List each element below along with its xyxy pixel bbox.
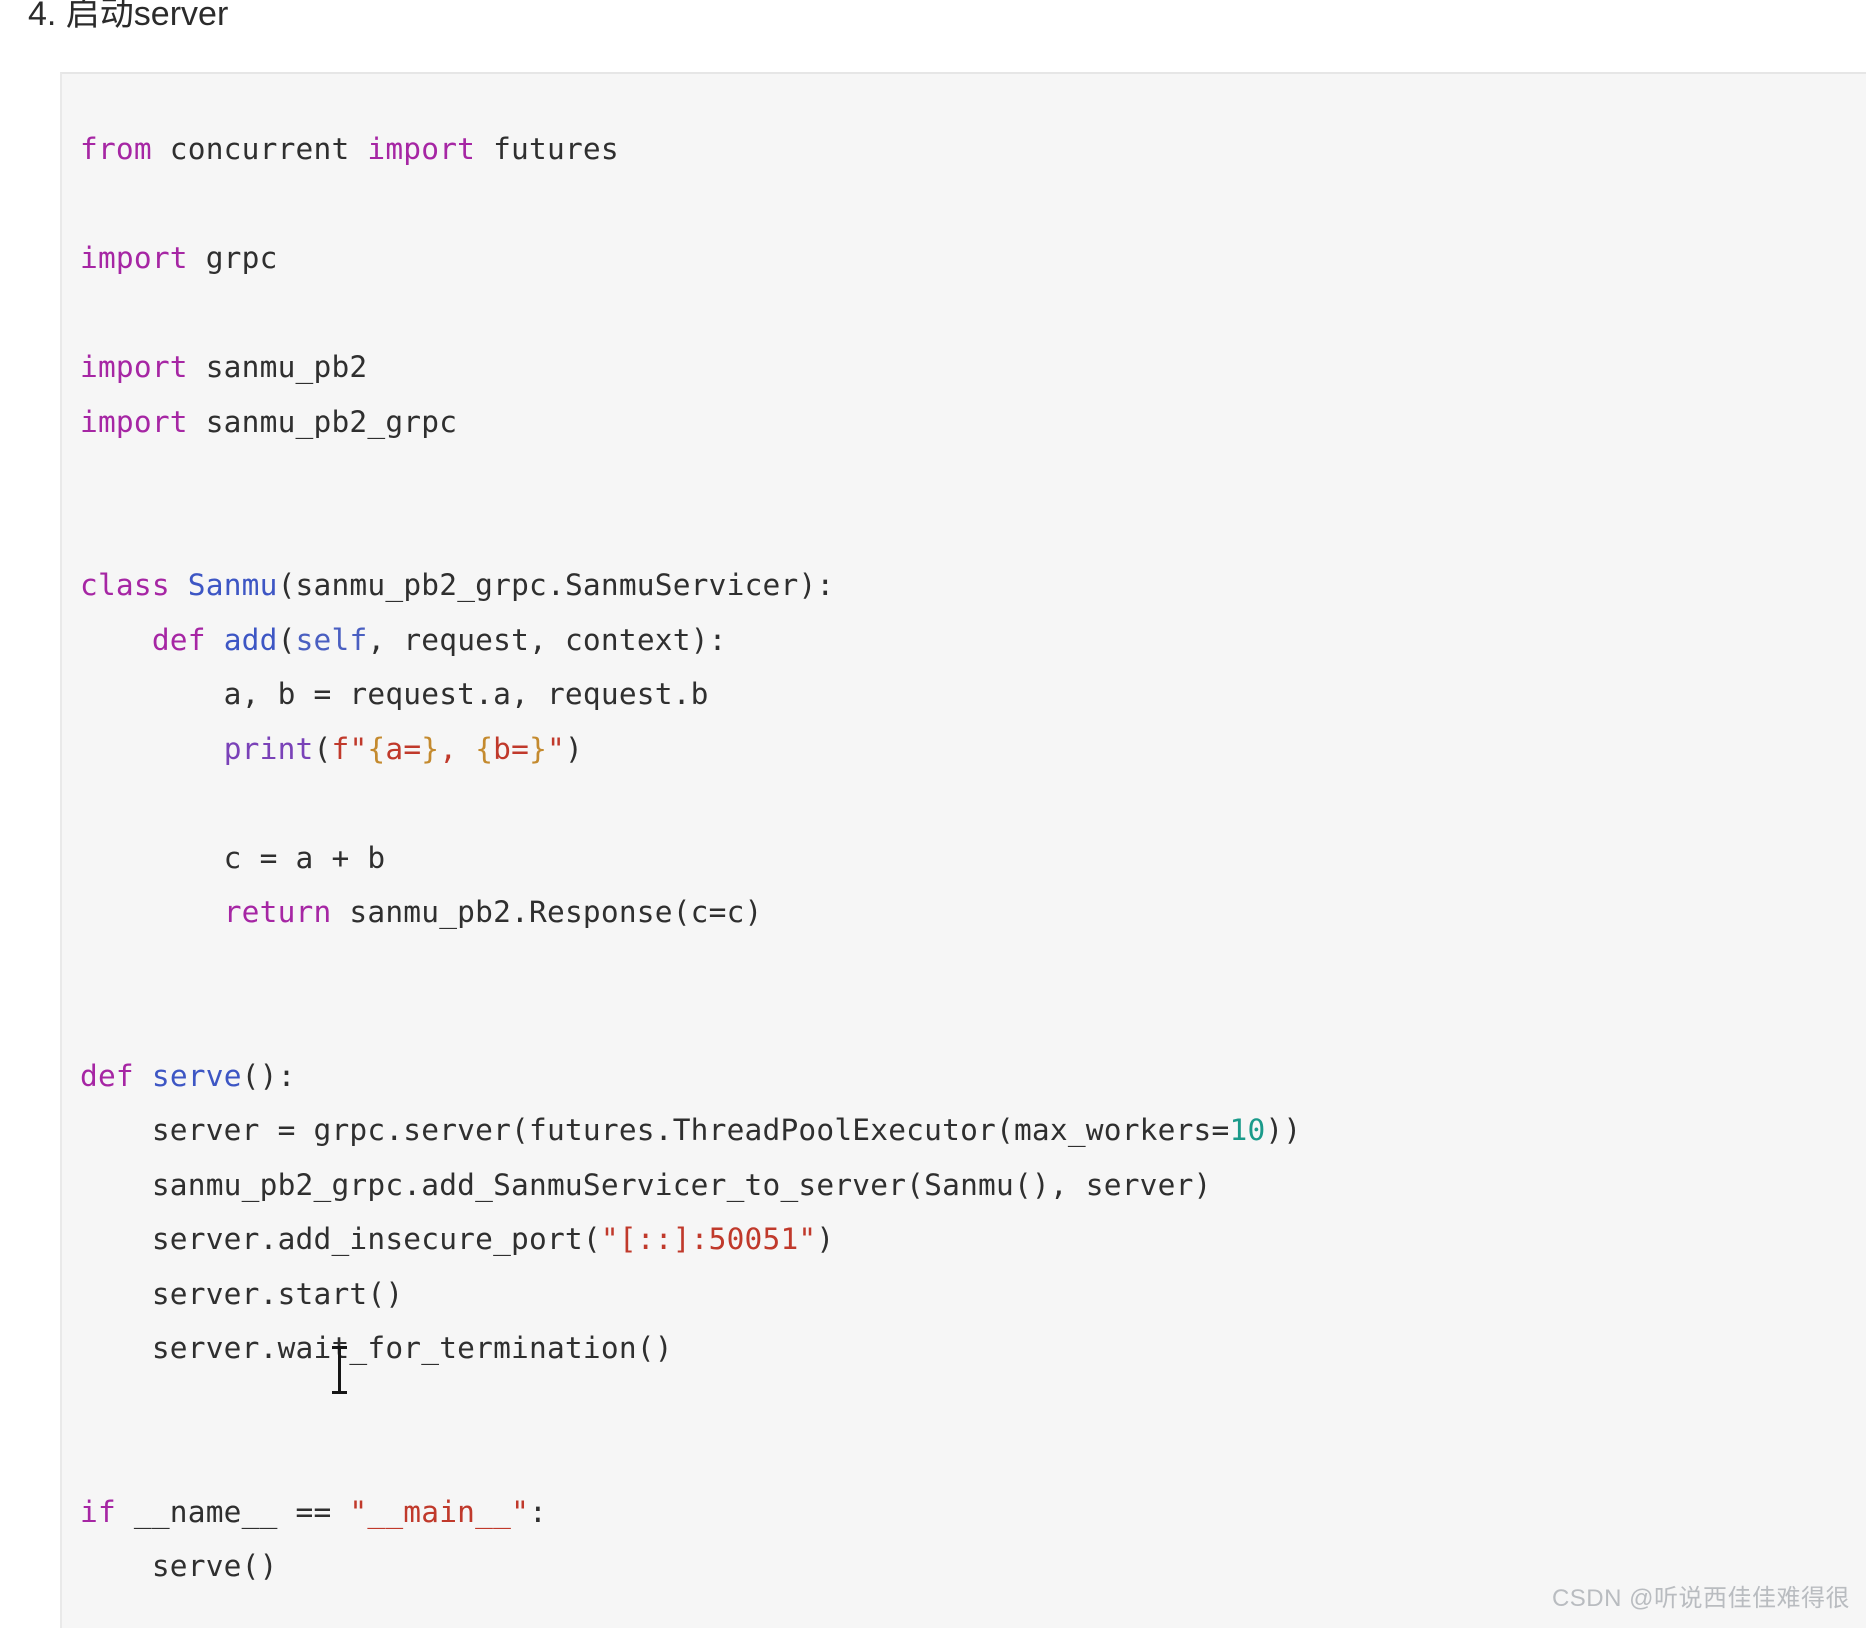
code-block[interactable]: from concurrent import futures import gr… [60,72,1866,1628]
code-line: server.add_insecure_port("[::]:50051") [80,1222,835,1256]
code-line: import grpc [80,241,278,275]
keyword-import: import [80,350,188,384]
code-line: def serve(): [80,1058,296,1093]
code-content[interactable]: from concurrent import futures import gr… [80,122,1301,1594]
keyword-self: self [295,622,368,657]
method-name-add: add [223,622,278,657]
code-line: sanmu_pb2_grpc.add_SanmuServicer_to_serv… [80,1167,1212,1202]
code-line: server.start() [80,1276,404,1311]
keyword-def: def [80,1058,134,1093]
keyword-import: import [80,241,188,275]
keyword-def: def [151,622,206,657]
keyword-return: return [223,895,332,929]
string-port-address: "[::]:50051" [600,1222,817,1256]
page-title: 4. 启动server [28,0,229,33]
keyword-from: from [80,132,152,166]
code-line: c = a + b [80,840,386,875]
code-line: server = grpc.server(futures.ThreadPoolE… [80,1113,1302,1147]
keyword-class: class [80,568,170,602]
number-max-workers: 10 [1229,1113,1266,1147]
code-line: server.wait_for_termination() [80,1331,673,1365]
builtin-print: print [223,731,314,766]
class-name-sanmu: Sanmu [187,568,278,602]
code-line: print(f"{a=}, {b=}") [223,731,583,766]
code-line: import sanmu_pb2_grpc [80,404,458,439]
code-line: import sanmu_pb2 [80,350,368,384]
keyword-if: if [80,1494,116,1529]
function-name-serve: serve [151,1058,242,1093]
code-line: a, b = request.a, request.b [80,677,709,711]
code-line: serve() [80,1549,278,1583]
code-line: if __name__ == "__main__": [80,1494,547,1529]
code-line: return sanmu_pb2.Response(c=c) [223,895,763,929]
keyword-import: import [367,132,476,166]
code-line: def add(self, request, context): [151,622,727,657]
csdn-watermark: CSDN @听说西佳佳难得很 [1551,1585,1850,1612]
code-line: from concurrent import futures [80,132,619,166]
code-line: class Sanmu(sanmu_pb2_grpc.SanmuServicer… [80,568,835,602]
keyword-import: import [80,404,188,439]
string-main: "__main__" [349,1494,530,1529]
